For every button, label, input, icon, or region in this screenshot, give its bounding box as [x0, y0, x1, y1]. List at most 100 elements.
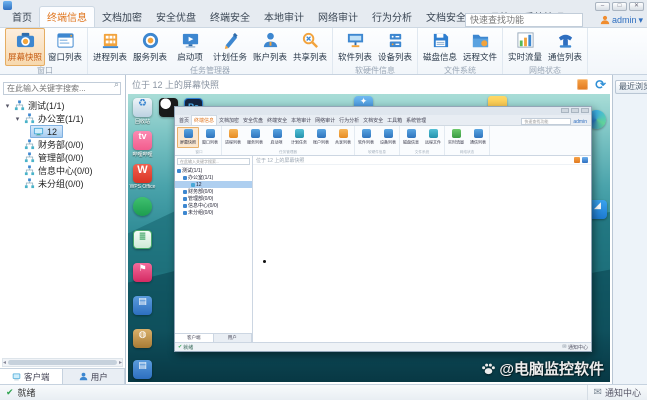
tab-network-audit[interactable]: 网络审计	[311, 7, 365, 27]
software-screen-icon	[347, 33, 363, 48]
close-button[interactable]: ✕	[629, 2, 644, 11]
tree-node-office[interactable]: ▾ 办公室(1/1)	[0, 112, 125, 125]
snapshot-panel-title: 位于 12 上的屏幕快照	[132, 80, 220, 90]
statusbar: ✔ 就绪 ✉ 通知中心	[0, 384, 647, 400]
magnifier-x-icon	[302, 32, 318, 48]
inner-tab-bar: 首页 终端信息 文档加密 安全优盘 终端安全 本地审计 网络审计 行为分析 文档…	[175, 115, 591, 126]
group-icon	[24, 139, 35, 150]
pencil-icon	[224, 32, 238, 50]
window-list-button[interactable]: 窗口列表	[45, 28, 85, 66]
scrollbar-thumb[interactable]	[8, 360, 117, 365]
word-doc-icon: ▤	[133, 296, 152, 315]
tab-local-audit[interactable]: 本地审计	[257, 7, 311, 27]
tab-terminal-info[interactable]: 终端信息	[39, 6, 95, 27]
tree-node-management[interactable]: 管理部(0/0)	[0, 151, 125, 164]
window-list-icon	[56, 33, 74, 48]
client-monitor-icon	[12, 373, 21, 381]
inner-quick-search: 快速查找功能	[521, 118, 572, 125]
group-icon	[14, 100, 25, 111]
inner-main-panel: 位于 12 上的屏幕快照	[253, 156, 591, 342]
account-list-button[interactable]: 账户列表	[250, 28, 290, 66]
tree-node-info-center[interactable]: 信息中心(0/0)	[0, 164, 125, 177]
sidebar-tab-users[interactable]: 用户	[63, 369, 125, 384]
refresh-icon[interactable]: ⟳	[595, 78, 606, 91]
inner-refresh-icon	[582, 157, 588, 163]
tab-terminal-security[interactable]: 终端安全	[203, 7, 257, 27]
service-list-button[interactable]: 服务列表	[130, 28, 170, 66]
server-icon	[389, 33, 401, 48]
notification-center-button[interactable]: ✉ 通知中心	[586, 385, 641, 400]
group-icon	[24, 178, 35, 189]
tree-expand-icon[interactable]: ▾	[4, 102, 11, 110]
inner-titlebar	[175, 107, 591, 115]
wps-icon: W WPS Office	[129, 164, 156, 190]
tree-node-root[interactable]: ▾ 测试(1/1)	[0, 99, 125, 112]
recent-browse-tab[interactable]: 最近浏览记录	[615, 80, 647, 94]
sidebar-tab-clients[interactable]: 客户端	[0, 369, 63, 384]
remote-desktop-screenshot: ♻ 回收站 tv 哔哩哔哩 W WPS Office ≣ ⚑ ▤ ◍ ▤ ✦ ◢…	[128, 94, 610, 382]
communication-list-button[interactable]: 通信列表	[545, 28, 585, 66]
startup-items-button[interactable]: 启动项	[170, 28, 210, 66]
user-icon	[79, 372, 87, 381]
tree-node-finance[interactable]: 财务部(0/0)	[0, 138, 125, 151]
spreadsheet-doc-icon: ≣	[133, 230, 152, 249]
disk-info-button[interactable]: 磁盘信息	[420, 28, 460, 66]
user-menu[interactable]: admin ▾	[600, 13, 643, 27]
watermark: @电脑监控软件	[481, 358, 604, 379]
recent-browse-panel: 最近浏览记录	[612, 75, 647, 384]
maximize-button[interactable]: □	[612, 2, 627, 11]
user-name: admin	[611, 15, 637, 25]
tree-node-ungrouped[interactable]: 未分组(0/0)	[0, 177, 125, 190]
inner-user: admin	[573, 119, 587, 125]
minimize-button[interactable]: –	[595, 2, 610, 11]
tree-search-input[interactable]	[3, 82, 121, 95]
main-panel: 位于 12 上的屏幕快照 ⟳ ♻ 回收站 tv 哔哩哔哩 W WPS Offic…	[126, 75, 612, 384]
installer-icon: ◍	[133, 329, 152, 348]
process-list-button[interactable]: 进程列表	[90, 28, 130, 66]
bilibili-icon: tv 哔哩哔哩	[132, 131, 153, 158]
computer-icon	[33, 127, 44, 137]
tab-home[interactable]: 首页	[5, 7, 39, 27]
status-ready-text: 就绪	[17, 388, 36, 398]
search-icon: ⌕	[113, 79, 119, 89]
group-icon	[24, 165, 35, 176]
inner-app-window: 首页 终端信息 文档加密 安全优盘 终端安全 本地审计 网络审计 行为分析 文档…	[174, 106, 592, 352]
group-icon	[24, 152, 35, 163]
tab-secure-usb[interactable]: 安全优盘	[149, 7, 203, 27]
scheduled-tasks-button[interactable]: 计划任务	[210, 28, 250, 66]
service-gear-icon	[142, 32, 158, 49]
group-icon	[24, 113, 35, 124]
user-icon	[600, 15, 610, 25]
startup-monitor-icon	[182, 33, 198, 48]
person-icon	[263, 32, 277, 48]
scroll-right-icon[interactable]: ▸	[119, 359, 122, 366]
ready-check-icon: ✔	[6, 387, 14, 397]
share-list-button[interactable]: 共享列表	[290, 28, 330, 66]
quick-search-input[interactable]	[465, 13, 583, 27]
process-icon	[102, 33, 118, 49]
remote-file-button[interactable]: 远程文件	[460, 28, 500, 66]
user-caret-icon: ▾	[638, 14, 643, 25]
tree-node-terminal-12[interactable]: 12	[0, 125, 125, 138]
envelope-icon: ✉	[593, 387, 602, 398]
tab-behavior-analysis[interactable]: 行为分析	[365, 7, 419, 27]
traffic-chart-icon	[516, 32, 534, 48]
telephone-icon	[558, 34, 572, 48]
folder-icon	[472, 34, 488, 48]
camera-icon	[16, 32, 34, 48]
device-list-button[interactable]: 设备列表	[375, 28, 415, 66]
terminal-tree-sidebar: ⌕ ▾ 测试(1/1) ▾ 办公室(1/1) 12 财务部(0/0)	[0, 75, 126, 384]
recycle-bin-icon: ♻ 回收站	[133, 98, 152, 125]
horizontal-scrollbar[interactable]: ◂ ▸	[2, 358, 123, 367]
inner-ribbon: 屏幕快照 窗口列表 窗口 进程列表 服务列表 启动项 计划任务 账户列表 共享列…	[175, 126, 591, 156]
screen-snapshot-button[interactable]: 屏幕快照	[5, 28, 45, 66]
tree-expand-icon[interactable]: ▾	[14, 115, 21, 123]
realtime-traffic-button[interactable]: 实时流量	[505, 28, 545, 66]
save-snapshot-icon[interactable]	[577, 79, 589, 90]
software-list-button[interactable]: 软件列表	[335, 28, 375, 66]
scroll-left-icon[interactable]: ◂	[3, 359, 6, 366]
paw-icon	[482, 363, 496, 375]
tab-doc-encrypt[interactable]: 文档加密	[95, 7, 149, 27]
pink-app-icon: ⚑	[133, 263, 152, 282]
mouse-cursor-dot	[263, 260, 266, 263]
